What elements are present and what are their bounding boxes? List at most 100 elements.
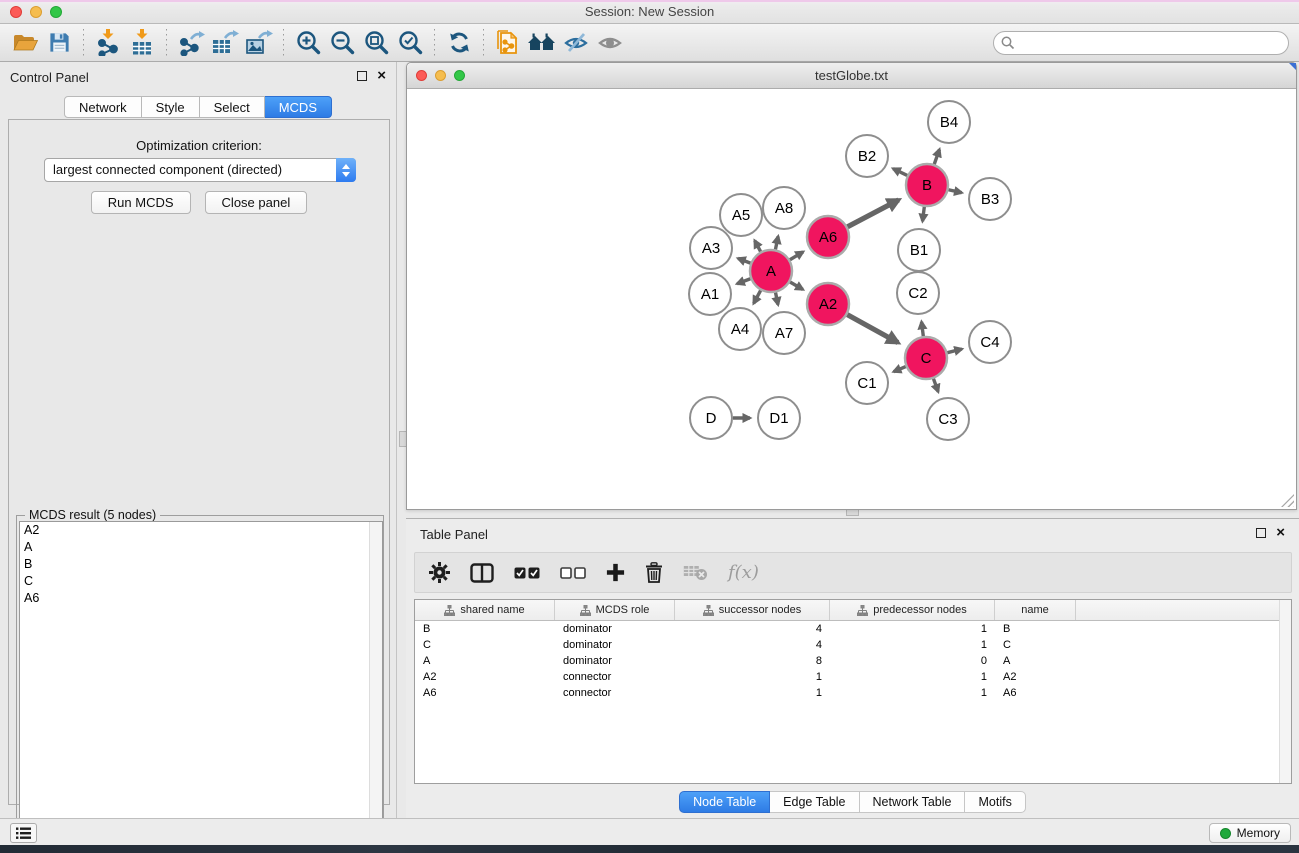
- table-cell[interactable]: 1: [675, 685, 830, 701]
- result-scrollbar[interactable]: [369, 522, 382, 851]
- graph-node-A8[interactable]: A8: [763, 187, 805, 229]
- import-table-icon[interactable]: [125, 27, 159, 59]
- edge-B-B1[interactable]: [923, 207, 925, 221]
- graph-node-B2[interactable]: B2: [846, 135, 888, 177]
- horizontal-splitter-grip[interactable]: [846, 509, 859, 516]
- zoom-out-icon[interactable]: [325, 27, 359, 59]
- edge-A-A7[interactable]: [776, 293, 779, 305]
- edge-C-C3[interactable]: [933, 379, 938, 392]
- export-network-icon[interactable]: [174, 27, 208, 59]
- graph-node-A[interactable]: A: [750, 250, 792, 292]
- edge-B-B3[interactable]: [948, 190, 961, 193]
- zoom-in-icon[interactable]: [291, 27, 325, 59]
- table-cell[interactable]: B: [415, 621, 555, 637]
- table-cell[interactable]: 1: [830, 685, 995, 701]
- tab-motifs[interactable]: Motifs: [965, 791, 1025, 813]
- graph-node-C3[interactable]: C3: [927, 398, 969, 440]
- graph-node-A2[interactable]: A2: [807, 283, 849, 325]
- network-window-titlebar[interactable]: testGlobe.txt: [407, 63, 1296, 89]
- close-panel-icon[interactable]: ×: [377, 71, 386, 81]
- graph-node-D1[interactable]: D1: [758, 397, 800, 439]
- graph-node-C4[interactable]: C4: [969, 321, 1011, 363]
- graph-node-C[interactable]: C: [905, 337, 947, 379]
- column-header-successor-nodes[interactable]: successor nodes: [675, 600, 830, 620]
- table-row[interactable]: Cdominator41C: [415, 637, 1291, 653]
- deselect-all-checkboxes-icon[interactable]: [560, 558, 586, 588]
- mcds-result-list[interactable]: A2ABCA6: [19, 521, 383, 852]
- close-panel-button[interactable]: Close panel: [205, 191, 308, 214]
- node-table[interactable]: shared nameMCDS rolesuccessor nodesprede…: [414, 599, 1292, 784]
- table-cell[interactable]: C: [415, 637, 555, 653]
- table-cell[interactable]: A6: [415, 685, 555, 701]
- edge-C-C1[interactable]: [894, 367, 906, 372]
- edge-B-B2[interactable]: [893, 169, 907, 176]
- column-header-predecessor-nodes[interactable]: predecessor nodes: [830, 600, 995, 620]
- table-cell[interactable]: 4: [675, 637, 830, 653]
- graph-node-A4[interactable]: A4: [719, 308, 761, 350]
- hide-selected-icon[interactable]: [559, 27, 593, 59]
- new-network-icon[interactable]: [491, 27, 525, 59]
- table-cell[interactable]: 1: [675, 669, 830, 685]
- graph-node-B[interactable]: B: [906, 164, 948, 206]
- zoom-fit-icon[interactable]: [359, 27, 393, 59]
- mcds-result-item[interactable]: B: [20, 556, 382, 573]
- table-row[interactable]: Bdominator41B: [415, 621, 1291, 637]
- edge-A-A5[interactable]: [755, 241, 761, 252]
- edge-A-A1[interactable]: [737, 279, 750, 284]
- criterion-dropdown[interactable]: largest connected component (directed): [44, 158, 356, 182]
- graph-node-C1[interactable]: C1: [846, 362, 888, 404]
- table-cell[interactable]: B: [995, 621, 1076, 637]
- column-header-shared-name[interactable]: shared name: [415, 600, 555, 620]
- graph-node-A3[interactable]: A3: [690, 227, 732, 269]
- tab-style[interactable]: Style: [142, 96, 200, 118]
- edge-A-A2[interactable]: [790, 282, 803, 289]
- edge-C-C2[interactable]: [922, 322, 924, 336]
- table-cell[interactable]: C: [995, 637, 1076, 653]
- float-panel-icon[interactable]: [357, 71, 367, 81]
- table-row[interactable]: A6connector11A6: [415, 685, 1291, 701]
- edge-A2-C[interactable]: [847, 315, 898, 343]
- table-cell[interactable]: dominator: [555, 621, 675, 637]
- close-table-panel-icon[interactable]: ×: [1276, 528, 1285, 538]
- tab-edge-table[interactable]: Edge Table: [770, 791, 859, 813]
- table-cell[interactable]: 1: [830, 669, 995, 685]
- network-canvas[interactable]: B4B2BB3A8A5A6A3B1AA1C2A2A4A7C4CC1DD1C3: [407, 89, 1296, 509]
- tab-network-table[interactable]: Network Table: [860, 791, 966, 813]
- graph-node-B3[interactable]: B3: [969, 178, 1011, 220]
- table-cell[interactable]: 8: [675, 653, 830, 669]
- table-row[interactable]: Adominator80A: [415, 653, 1291, 669]
- column-header-mcds-role[interactable]: MCDS role: [555, 600, 675, 620]
- mcds-result-item[interactable]: A: [20, 539, 382, 556]
- network-graph[interactable]: B4B2BB3A8A5A6A3B1AA1C2A2A4A7C4CC1DD1C3: [407, 89, 1296, 509]
- graph-node-A1[interactable]: A1: [689, 273, 731, 315]
- table-cell[interactable]: 1: [830, 637, 995, 653]
- table-cell[interactable]: 4: [675, 621, 830, 637]
- table-cell[interactable]: A2: [995, 669, 1076, 685]
- column-header-name[interactable]: name: [995, 600, 1076, 620]
- table-cell[interactable]: A: [995, 653, 1076, 669]
- run-mcds-button[interactable]: Run MCDS: [91, 191, 191, 214]
- tab-node-table[interactable]: Node Table: [679, 791, 770, 813]
- column-settings-gear-icon[interactable]: [429, 558, 450, 588]
- table-cell[interactable]: dominator: [555, 653, 675, 669]
- float-table-panel-icon[interactable]: [1256, 528, 1266, 538]
- graph-node-A6[interactable]: A6: [807, 216, 849, 258]
- mcds-result-item[interactable]: A6: [20, 590, 382, 607]
- import-network-icon[interactable]: [91, 27, 125, 59]
- search-input[interactable]: [993, 31, 1289, 55]
- graph-node-D[interactable]: D: [690, 397, 732, 439]
- graph-node-A5[interactable]: A5: [720, 194, 762, 236]
- table-cell[interactable]: A2: [415, 669, 555, 685]
- tab-mcds[interactable]: MCDS: [265, 96, 332, 118]
- zoom-selected-icon[interactable]: [393, 27, 427, 59]
- first-neighbors-icon[interactable]: [525, 27, 559, 59]
- table-cell[interactable]: dominator: [555, 637, 675, 653]
- open-folder-icon[interactable]: [8, 27, 42, 59]
- graph-node-C2[interactable]: C2: [897, 272, 939, 314]
- edge-A-A3[interactable]: [738, 258, 750, 263]
- mcds-result-item[interactable]: C: [20, 573, 382, 590]
- edge-B-B4[interactable]: [934, 149, 939, 164]
- save-session-icon[interactable]: [42, 27, 76, 59]
- table-row[interactable]: A2connector11A2: [415, 669, 1291, 685]
- task-history-button[interactable]: [10, 823, 37, 843]
